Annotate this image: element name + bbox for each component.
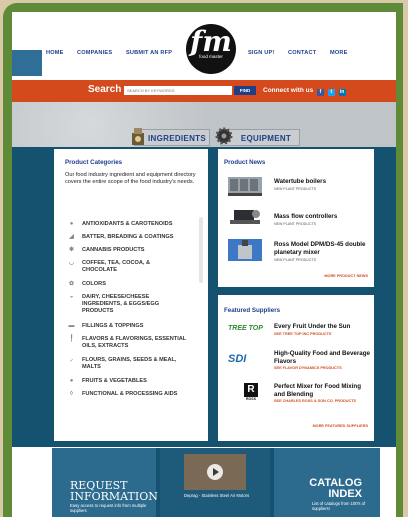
- category-item[interactable]: ◊ FUNCTIONAL & PROCESSING AIDS: [70, 391, 182, 398]
- product-news-tag: NEW PLANT PRODUCTS: [274, 222, 317, 226]
- antioxidants-icon: ●: [69, 221, 74, 227]
- mixer-image[interactable]: [226, 237, 264, 263]
- nav-home[interactable]: HOME: [46, 50, 64, 56]
- product-news-tag: NEW PLANT PRODUCTS: [274, 187, 317, 191]
- catalog-index-tile[interactable]: CATALOG INDEX List of catalogs from 100'…: [274, 448, 380, 517]
- product-categories-title: Product Categories: [65, 159, 123, 166]
- nav-contact[interactable]: CONTACT: [288, 50, 316, 56]
- ingredients-icon: [132, 128, 144, 145]
- flow-controller-image[interactable]: [226, 204, 264, 230]
- category-item[interactable]: ● ANTIOXIDANTS & CAROTENOIDS: [70, 221, 173, 228]
- supplier-name[interactable]: High-Quality Food and Beverage Flavors: [274, 350, 370, 365]
- nav-companies[interactable]: COMPANIES: [77, 50, 112, 56]
- category-item[interactable]: ◢ BATTER, BREADING & COATINGS: [69, 234, 173, 241]
- sdi-logo[interactable]: SDI: [228, 353, 258, 367]
- ross-logo-text: ROSS: [246, 397, 256, 401]
- facebook-icon[interactable]: f: [317, 89, 325, 96]
- ingredients-button[interactable]: INGREDIENTS: [132, 128, 210, 146]
- search-bar: Search FIND Connect with us f t in: [12, 80, 396, 102]
- nav-more[interactable]: MORE: [330, 50, 348, 56]
- category-scrollbar[interactable]: [199, 217, 203, 283]
- more-product-news-link[interactable]: MORE PRODUCT NEWS: [324, 274, 368, 278]
- category-item[interactable]: ▬ FILLINGS & TOPPINGS: [69, 323, 144, 330]
- fillings-icon: ▬: [68, 323, 75, 329]
- supplier-link[interactable]: SEE FLAVOR DYNAMICS PRODUCTS: [274, 366, 342, 370]
- video-thumbnail[interactable]: [184, 454, 246, 490]
- header-accent: [12, 50, 42, 76]
- equipment-button[interactable]: EQUIPMENT: [215, 127, 300, 146]
- supplier-name[interactable]: Perfect Mixer for Food Mixing and Blendi…: [274, 383, 370, 398]
- equipment-label: EQUIPMENT: [240, 134, 292, 143]
- cannabis-icon: ✱: [68, 247, 75, 253]
- category-item[interactable]: ● FRUITS & VEGETABLES: [70, 378, 147, 385]
- ingredients-label: INGREDIENTS: [148, 134, 206, 143]
- request-title-2: INFORMATION: [70, 490, 158, 503]
- supplier-link[interactable]: SEE TREE TOP INC PRODUCTS: [274, 332, 331, 336]
- twitter-icon[interactable]: t: [327, 89, 335, 96]
- flavors-icon: ╿: [69, 336, 74, 342]
- connect-with-us: Connect with us f t in: [263, 87, 346, 96]
- request-subtitle: Easy access to request info from multipl…: [70, 503, 147, 513]
- batter-icon: ◢: [69, 234, 74, 240]
- product-categories-description: Our food industry ingredient and equipme…: [65, 172, 196, 185]
- video-tile[interactable]: Deprag - Stainless Steel Air Motors: [160, 448, 270, 517]
- category-item[interactable]: ╿ FLAVORS & FLAVORINGS, ESSENTIAL OILS, E…: [70, 336, 187, 350]
- product-news-name[interactable]: Mass flow controllers: [274, 213, 337, 221]
- product-news-name[interactable]: Ross Model DPM/DS-45 double planetary mi…: [274, 241, 370, 256]
- search-label: Search: [88, 84, 122, 95]
- coffee-icon: ◡: [68, 260, 75, 266]
- category-item[interactable]: ⸝ FLOURS, GRAINS, SEEDS & MEAL, MALTS: [70, 357, 182, 371]
- ross-logo[interactable]: R ROSS: [244, 383, 258, 403]
- product-news-name[interactable]: Watertube boilers: [274, 178, 326, 186]
- nav-sign-up[interactable]: SIGN UP!: [248, 50, 274, 56]
- featured-suppliers-panel: Featured Suppliers TREE TOP Every Fruit …: [218, 295, 374, 441]
- request-information-tile[interactable]: REQUEST INFORMATION Easy access to reque…: [52, 448, 158, 517]
- grains-icon: ⸝: [69, 357, 73, 363]
- category-item[interactable]: ✿ COLORS: [69, 281, 106, 288]
- more-featured-suppliers-link[interactable]: MORE FEATURED SUPPLIERS: [313, 424, 368, 428]
- linkedin-icon[interactable]: in: [338, 89, 346, 96]
- product-news-title: Product News: [224, 159, 266, 166]
- header: HOME COMPANIES SUBMIT AN RFP fm food mas…: [12, 12, 396, 80]
- find-button[interactable]: FIND: [234, 86, 256, 95]
- fruits-icon: ●: [69, 378, 74, 384]
- video-caption: Deprag - Stainless Steel Air Motors: [184, 493, 250, 498]
- bottom-promo-bar: REQUEST INFORMATION Easy access to reque…: [52, 448, 380, 517]
- product-news-panel: Product News Watertube boilers NEW PLANT…: [218, 149, 374, 287]
- gear-icon: [215, 127, 233, 145]
- product-categories-panel: Product Categories Our food industry ing…: [54, 149, 208, 441]
- dairy-icon: ◒: [69, 294, 74, 300]
- functional-icon: ◊: [70, 391, 73, 397]
- category-item[interactable]: ◡ COFFEE, TEA, COCOA, & CHOCOLATE: [69, 260, 182, 274]
- nav-submit-rfp[interactable]: SUBMIT AN RFP: [126, 50, 172, 56]
- catalog-subtitle: List of catalogs from 100's of suppliers…: [312, 501, 366, 511]
- boiler-image[interactable]: [226, 173, 264, 199]
- supplier-name[interactable]: Every Fruit Under the Sun: [274, 323, 370, 331]
- catalog-title-2: INDEX: [328, 488, 362, 500]
- product-news-tag: NEW PLANT PRODUCTS: [274, 258, 317, 262]
- play-icon[interactable]: [207, 464, 223, 480]
- screen: HOME COMPANIES SUBMIT AN RFP fm food mas…: [12, 12, 396, 517]
- search-input[interactable]: [124, 86, 232, 95]
- supplier-link[interactable]: SEE CHARLES ROSS & SON CO. PRODUCTS: [274, 399, 356, 403]
- category-item[interactable]: ◒ DAIRY, CHEESE/CHEESE INGREDIENTS, & EGG…: [70, 294, 182, 316]
- colors-icon: ✿: [68, 281, 75, 287]
- site-logo[interactable]: fm food master: [186, 24, 236, 74]
- connect-label: Connect with us: [263, 87, 314, 94]
- category-item[interactable]: ✱ CANNABIS PRODUCTS: [69, 247, 144, 254]
- featured-suppliers-title: Featured Suppliers: [224, 307, 281, 314]
- treetop-logo[interactable]: TREE TOP: [228, 325, 268, 335]
